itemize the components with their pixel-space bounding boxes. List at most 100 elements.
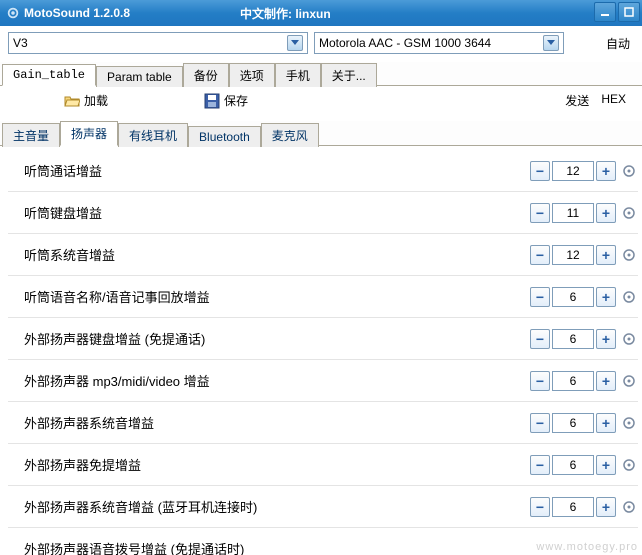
selector-row: V3 Motorola AAC - GSM 1000 3644 自动 <box>0 26 642 60</box>
param-row: 外部扬声器 mp3/midi/video 增益−6+ <box>8 360 638 402</box>
tab-wired-headset[interactable]: 有线耳机 <box>118 123 188 147</box>
chevron-down-icon <box>543 35 559 51</box>
param-label: 听筒通话增益 <box>8 161 530 180</box>
settings-icon[interactable] <box>622 500 636 514</box>
value-input[interactable]: 12 <box>552 245 594 265</box>
value-input[interactable]: 6 <box>552 455 594 475</box>
param-list: 听筒通话增益−12+听筒键盘增益−11+听筒系统音增益−12+听筒语音名称/语音… <box>0 146 642 555</box>
param-row: 听筒系统音增益−12+ <box>8 234 638 276</box>
param-label: 外部扬声器键盘增益 (免提通话) <box>8 329 530 348</box>
plus-button[interactable]: + <box>596 203 616 223</box>
plus-button[interactable]: + <box>596 329 616 349</box>
device-dropdown[interactable]: Motorola AAC - GSM 1000 3644 <box>314 32 564 54</box>
tab-options[interactable]: 选项 <box>229 63 275 87</box>
tab-main-volume[interactable]: 主音量 <box>2 123 60 147</box>
title-bar: MotoSound 1.2.0.8 中文制作: linxun <box>0 0 642 26</box>
minus-button[interactable]: − <box>530 413 550 433</box>
settings-icon[interactable] <box>622 164 636 178</box>
plus-button[interactable]: + <box>596 245 616 265</box>
param-row: 外部扬声器系统音增益 (蓝牙耳机连接时)−6+ <box>8 486 638 528</box>
plus-button[interactable]: + <box>596 371 616 391</box>
minus-button[interactable]: − <box>530 203 550 223</box>
toolbar: 加载 保存 发送 HEX <box>0 86 642 119</box>
send-label[interactable]: 发送 <box>565 92 589 109</box>
plus-button[interactable]: + <box>596 455 616 475</box>
chevron-down-icon <box>287 35 303 51</box>
tab-param-table[interactable]: Param table <box>96 66 183 87</box>
settings-icon[interactable] <box>622 374 636 388</box>
tab-speaker[interactable]: 扬声器 <box>60 121 118 146</box>
tab-about[interactable]: 关于... <box>321 63 377 87</box>
settings-icon[interactable] <box>622 290 636 304</box>
param-row: 外部扬声器系统音增益−6+ <box>8 402 638 444</box>
minus-button[interactable]: − <box>530 371 550 391</box>
hex-label[interactable]: HEX <box>601 92 626 109</box>
minus-button[interactable]: − <box>530 455 550 475</box>
value-input[interactable]: 6 <box>552 287 594 307</box>
param-label: 听筒系统音增益 <box>8 245 530 264</box>
minus-button[interactable]: − <box>530 245 550 265</box>
value-stepper: −12+ <box>530 161 638 181</box>
tab-gain-table[interactable]: Gain_table <box>2 64 96 86</box>
settings-icon[interactable] <box>622 248 636 262</box>
param-row: 外部扬声器语音拨号增益 (免提通话时) <box>8 528 638 555</box>
value-stepper: −6+ <box>530 455 638 475</box>
save-button[interactable]: 保存 <box>204 92 248 109</box>
model-dropdown[interactable]: V3 <box>8 32 308 54</box>
plus-button[interactable]: + <box>596 413 616 433</box>
param-row: 听筒键盘增益−11+ <box>8 192 638 234</box>
value-stepper: −6+ <box>530 371 638 391</box>
param-row: 听筒通话增益−12+ <box>8 150 638 192</box>
param-row: 外部扬声器免提增益−6+ <box>8 444 638 486</box>
plus-button[interactable]: + <box>596 287 616 307</box>
value-stepper: −6+ <box>530 329 638 349</box>
sub-tabstrip: 主音量 扬声器 有线耳机 Bluetooth 麦克风 <box>0 121 642 146</box>
model-value: V3 <box>13 36 283 50</box>
value-input[interactable]: 6 <box>552 329 594 349</box>
settings-icon[interactable] <box>622 332 636 346</box>
settings-icon[interactable] <box>622 416 636 430</box>
plus-button[interactable]: + <box>596 497 616 517</box>
value-stepper: −12+ <box>530 245 638 265</box>
maximize-button[interactable] <box>618 2 640 22</box>
app-title: MotoSound 1.2.0.8 <box>24 6 130 20</box>
param-label: 外部扬声器语音拨号增益 (免提通话时) <box>8 539 638 555</box>
settings-icon[interactable] <box>622 206 636 220</box>
floppy-icon <box>204 93 220 109</box>
param-label: 外部扬声器 mp3/midi/video 增益 <box>8 371 530 390</box>
value-input[interactable]: 6 <box>552 497 594 517</box>
load-label: 加载 <box>84 92 108 109</box>
minus-button[interactable]: − <box>530 329 550 349</box>
minus-button[interactable]: − <box>530 161 550 181</box>
device-value: Motorola AAC - GSM 1000 3644 <box>319 36 539 50</box>
param-label: 外部扬声器免提增益 <box>8 455 530 474</box>
minus-button[interactable]: − <box>530 497 550 517</box>
param-row: 听筒语音名称/语音记事回放增益−6+ <box>8 276 638 318</box>
tab-phone[interactable]: 手机 <box>275 63 321 87</box>
app-icon <box>6 6 20 20</box>
value-stepper: −6+ <box>530 413 638 433</box>
param-label: 听筒语音名称/语音记事回放增益 <box>8 287 530 306</box>
app-credit: 中文制作: linxun <box>240 5 331 22</box>
save-label: 保存 <box>224 92 248 109</box>
value-input[interactable]: 6 <box>552 371 594 391</box>
value-stepper: −11+ <box>530 203 638 223</box>
param-label: 外部扬声器系统音增益 (蓝牙耳机连接时) <box>8 497 530 516</box>
minimize-button[interactable] <box>594 2 616 22</box>
param-row: 外部扬声器键盘增益 (免提通话)−6+ <box>8 318 638 360</box>
minus-button[interactable]: − <box>530 287 550 307</box>
settings-icon[interactable] <box>622 458 636 472</box>
plus-button[interactable]: + <box>596 161 616 181</box>
tab-backup[interactable]: 备份 <box>183 63 229 87</box>
param-label: 外部扬声器系统音增益 <box>8 413 530 432</box>
load-button[interactable]: 加载 <box>64 92 108 109</box>
value-input[interactable]: 11 <box>552 203 594 223</box>
folder-open-icon <box>64 93 80 109</box>
tab-bluetooth[interactable]: Bluetooth <box>188 126 261 147</box>
value-input[interactable]: 12 <box>552 161 594 181</box>
auto-label: 自动 <box>606 35 634 52</box>
param-label: 听筒键盘增益 <box>8 203 530 222</box>
tab-mic[interactable]: 麦克风 <box>261 123 319 147</box>
value-stepper: −6+ <box>530 287 638 307</box>
value-input[interactable]: 6 <box>552 413 594 433</box>
